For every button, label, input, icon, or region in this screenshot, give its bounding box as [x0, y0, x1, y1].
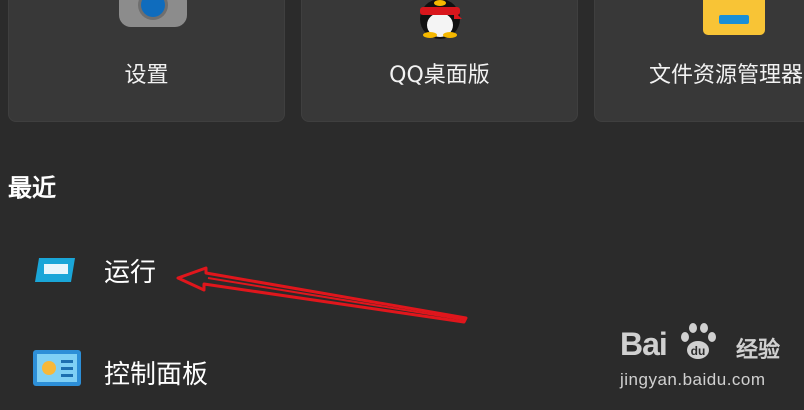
baidu-jingyan-watermark: du Bai 经验 jingyan.baidu.com [616, 318, 802, 404]
watermark-brand: Bai [620, 326, 668, 362]
svg-text:du: du [691, 344, 706, 358]
watermark-url: jingyan.baidu.com [620, 370, 766, 389]
baidu-paw-icon: du [681, 323, 716, 359]
watermark-jingyan: 经验 [736, 338, 781, 363]
